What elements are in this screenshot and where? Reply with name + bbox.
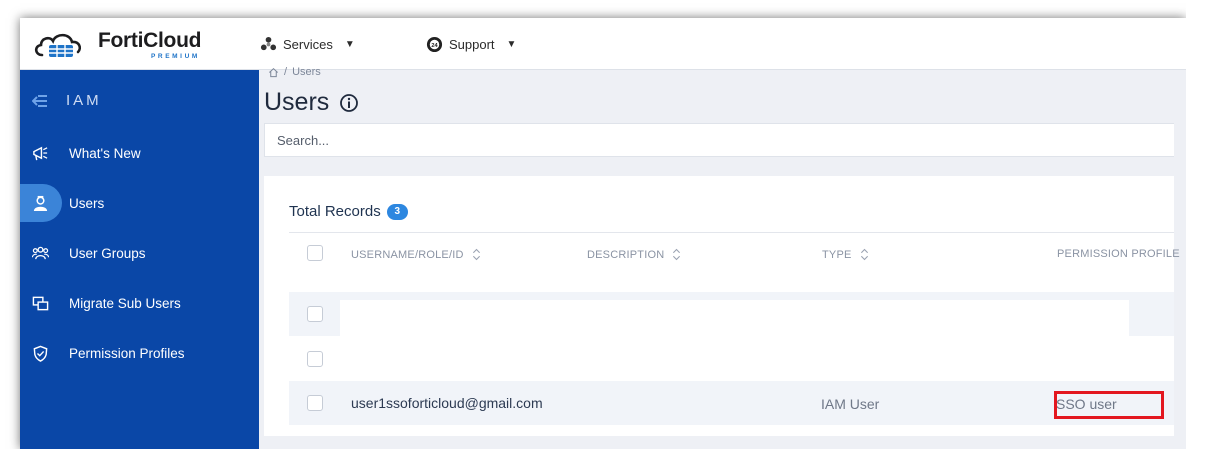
home-icon[interactable] bbox=[268, 67, 279, 78]
total-records: Total Records 3 bbox=[289, 203, 408, 220]
support-label: Support bbox=[449, 36, 495, 52]
user-badge-icon bbox=[33, 195, 48, 212]
user-group-icon bbox=[32, 246, 49, 260]
collapse-menu-icon[interactable] bbox=[32, 94, 48, 108]
select-all-checkbox[interactable] bbox=[307, 245, 323, 261]
sidebar-header-label: IAM bbox=[66, 92, 102, 109]
right-margin bbox=[1186, 0, 1206, 469]
breadcrumb-separator: / bbox=[284, 66, 288, 78]
sort-icon[interactable] bbox=[472, 248, 481, 261]
row-type: IAM User bbox=[821, 396, 880, 412]
bottom-margin bbox=[0, 449, 1206, 469]
support-icon: 24 bbox=[426, 36, 443, 52]
support-caret-icon: ▼ bbox=[506, 38, 517, 50]
support-menu[interactable]: 24 Support ▼ bbox=[426, 18, 516, 70]
info-icon[interactable] bbox=[339, 93, 359, 113]
services-label: Services bbox=[283, 36, 333, 52]
sidebar-item-permission-profiles[interactable]: Permission Profiles bbox=[20, 334, 259, 372]
sidebar-item-label: Permission Profiles bbox=[69, 345, 185, 361]
sidebar-header[interactable]: IAM bbox=[32, 92, 102, 109]
page-title: Users bbox=[264, 88, 359, 117]
forticloud-logo[interactable]: FortiCloud PREMIUM bbox=[32, 28, 201, 60]
row-placeholder bbox=[340, 300, 1129, 336]
column-header-description[interactable]: DESCRIPTION bbox=[587, 248, 681, 261]
sidebar-item-label: Migrate Sub Users bbox=[69, 295, 181, 311]
sidebar-item-label: User Groups bbox=[69, 245, 146, 261]
services-caret-icon: ▼ bbox=[344, 38, 355, 50]
shield-check-icon bbox=[33, 345, 48, 362]
sidebar-item-user-groups[interactable]: User Groups bbox=[20, 234, 259, 272]
total-records-label: Total Records bbox=[289, 203, 381, 220]
sidebar: IAM What's New Users User Groups Migrate… bbox=[20, 70, 259, 449]
table-row[interactable] bbox=[289, 337, 1174, 381]
column-header-type[interactable]: TYPE bbox=[822, 248, 869, 261]
migrate-icon bbox=[32, 296, 49, 311]
table-row[interactable]: user1ssoforticloud@gmail.com IAM User SS… bbox=[289, 381, 1174, 425]
table-header: USERNAME/ROLE/ID DESCRIPTION TYPE PERMIS… bbox=[289, 232, 1180, 272]
highlight-box bbox=[1054, 391, 1164, 419]
megaphone-icon bbox=[33, 146, 48, 161]
sidebar-item-whats-new[interactable]: What's New bbox=[20, 134, 259, 172]
row-checkbox[interactable] bbox=[307, 306, 323, 322]
logo-name: FortiCloud bbox=[98, 29, 202, 52]
sort-icon[interactable] bbox=[860, 248, 869, 261]
sort-icon[interactable] bbox=[672, 248, 681, 261]
row-checkbox[interactable] bbox=[307, 351, 323, 367]
row-checkbox[interactable] bbox=[307, 395, 323, 411]
search-input[interactable] bbox=[264, 123, 1174, 157]
total-records-badge: 3 bbox=[386, 203, 408, 220]
row-username[interactable]: user1ssoforticloud@gmail.com bbox=[351, 395, 543, 411]
cloud-logo-icon bbox=[34, 33, 82, 57]
top-bar: FortiCloud PREMIUM Services ▼ 24 Support… bbox=[20, 18, 1186, 70]
sidebar-item-label: What's New bbox=[69, 145, 141, 161]
sidebar-item-users[interactable]: Users bbox=[20, 184, 259, 222]
services-menu[interactable]: Services ▼ bbox=[260, 18, 355, 70]
breadcrumb: / Users bbox=[268, 66, 321, 78]
logo-sub: PREMIUM bbox=[151, 53, 200, 60]
breadcrumb-current: Users bbox=[292, 66, 321, 78]
column-header-username[interactable]: USERNAME/ROLE/ID bbox=[351, 248, 481, 261]
services-icon bbox=[260, 36, 277, 50]
sidebar-item-label: Users bbox=[69, 195, 105, 211]
table-row[interactable] bbox=[289, 292, 1174, 336]
column-header-permission-profile[interactable]: PERMISSION PROFILE bbox=[1057, 248, 1180, 260]
users-table-panel: Total Records 3 USERNAME/ROLE/ID DESCRIP… bbox=[264, 176, 1180, 436]
page-title-text: Users bbox=[264, 88, 330, 116]
sidebar-item-migrate-sub-users[interactable]: Migrate Sub Users bbox=[20, 284, 259, 322]
svg-text:24: 24 bbox=[431, 42, 438, 48]
